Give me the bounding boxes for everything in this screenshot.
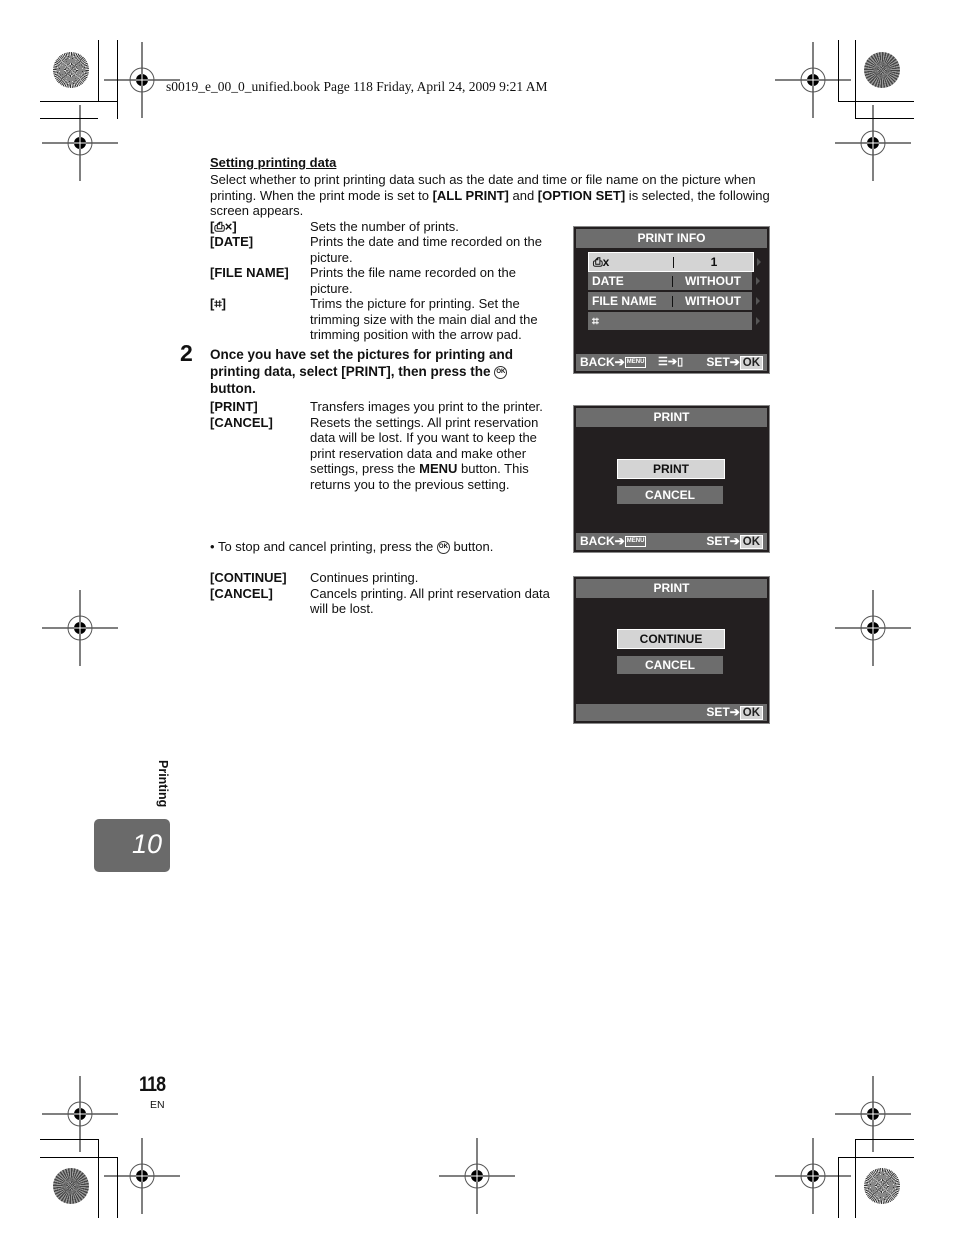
registration-mark-icon — [41, 1075, 119, 1153]
bullet-note: • To stop and cancel printing, press the… — [210, 539, 494, 555]
registration-mark-icon — [834, 1075, 912, 1153]
registration-mark-icon — [834, 104, 912, 182]
section-title: Setting printing data — [210, 155, 337, 170]
print-button[interactable]: PRINT — [617, 459, 725, 479]
language-code: EN — [150, 1099, 165, 1111]
cancel-button[interactable]: CANCEL — [617, 656, 723, 674]
print-info-screen: PRINT INFO ⎙x 1 DATE WITHOUT FILE NAME WITH… — [573, 226, 770, 374]
registration-mark-icon — [774, 41, 852, 119]
definition-row: [CANCEL] Resets the settings. All print r… — [210, 414, 539, 492]
trim-icon: ⌗ — [592, 314, 599, 328]
cancel-button[interactable]: CANCEL — [617, 486, 723, 504]
page-number: 118 — [139, 1073, 166, 1096]
screen-footer: SET➔ OK — [576, 704, 767, 721]
ok-button-icon: OK — [436, 541, 450, 555]
info-toggle-icon: ☰➔▯ — [658, 356, 684, 368]
arrow-right-icon — [756, 277, 760, 285]
registration-mark-icon — [438, 1137, 516, 1215]
definition-row: [CANCEL] Cancels printing. All print rese… — [210, 585, 550, 617]
screen-title: PRINT — [576, 408, 767, 427]
ok-button-icon: OK — [739, 535, 763, 549]
ok-button-icon: OK — [739, 706, 763, 720]
printing-screen: PRINT CONTINUE CANCEL SET➔ OK — [573, 576, 770, 724]
menu-button-icon: MENU — [624, 536, 647, 548]
step-number: 2 — [180, 340, 193, 366]
screen-footer: BACK➔ MENU SET➔ OK — [576, 533, 767, 550]
screen-title: PRINT INFO — [576, 229, 767, 248]
section-intro: Select whether to print printing data su… — [210, 172, 770, 218]
arrow-right-icon — [756, 317, 760, 325]
registration-mark-icon — [774, 1137, 852, 1215]
menu-row-print-count[interactable]: ⎙x 1 — [588, 252, 761, 272]
set-hint: SET➔ OK — [706, 354, 763, 371]
registration-mark-icon — [834, 589, 912, 667]
separator — [672, 276, 673, 287]
separator — [672, 296, 673, 307]
registration-mark-icon — [41, 104, 119, 182]
registration-mark-icon — [103, 1137, 181, 1215]
screen-title: PRINT — [576, 579, 767, 598]
back-hint: BACK➔ MENU — [580, 534, 647, 548]
back-hint: BACK➔ MENU — [580, 355, 647, 369]
step-instruction: Once you have set the pictures for print… — [210, 347, 514, 396]
menu-row-trimming[interactable]: ⌗ — [588, 312, 760, 330]
print-slug: s0019_e_00_0_unified.book Page 118 Frida… — [166, 79, 548, 94]
chapter-tab-label: Printing — [156, 760, 170, 808]
menu-row-file-name[interactable]: FILE NAME WITHOUT — [588, 292, 760, 310]
menu-row-date[interactable]: DATE WITHOUT — [588, 272, 760, 290]
definition-row: [PRINT] Transfers images you print to the… — [210, 399, 543, 414]
ok-button-icon: OK — [739, 356, 763, 370]
definition-row: [CONTINUE] Continues printing. — [210, 570, 419, 585]
registration-mark-icon — [41, 589, 119, 667]
ok-button-icon: OK — [494, 365, 508, 379]
separator — [673, 257, 674, 268]
set-hint: SET➔ OK — [706, 533, 763, 550]
screen-footer: BACK➔ MENU ☰➔▯ SET➔ OK — [576, 354, 767, 371]
chapter-number-tab: 10 — [94, 819, 170, 872]
continue-button[interactable]: CONTINUE — [617, 629, 725, 649]
set-hint: SET➔ OK — [706, 704, 763, 721]
arrow-right-icon — [757, 258, 761, 266]
print-screen: PRINT PRINT CANCEL BACK➔ MENU SET➔ OK — [573, 405, 770, 553]
step2-definitions: [PRINT] Transfers images you print to the… — [210, 399, 560, 492]
arrow-right-icon — [756, 297, 760, 305]
menu-button-icon: MENU — [624, 357, 647, 369]
printing-definitions: [CONTINUE] Continues printing. [CANCEL] Ca… — [210, 570, 560, 617]
